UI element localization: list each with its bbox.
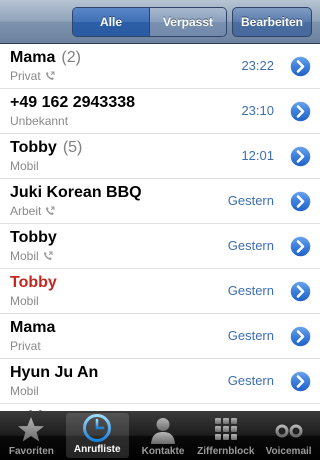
number-type-label: Privat: [10, 339, 41, 353]
call-row[interactable]: Mama (2) Privat 23:22: [0, 44, 320, 89]
call-time: Gestern: [227, 328, 274, 343]
call-time: 12:01: [241, 148, 274, 163]
caller-name: Mama: [10, 49, 56, 66]
tab-favorites[interactable]: Favoriten: [0, 411, 63, 460]
caller-name: Tobby: [10, 229, 57, 246]
segment-missed[interactable]: Verpasst: [150, 8, 226, 36]
outgoing-call-icon: [46, 206, 55, 215]
segment-all[interactable]: Alle: [73, 8, 150, 36]
contact-person-icon: [150, 418, 175, 444]
outgoing-call-icon: [43, 251, 53, 260]
call-name-line: Mama (2): [10, 49, 81, 67]
call-time: Gestern: [227, 238, 274, 253]
tab-label: Kontakte: [141, 446, 185, 457]
detail-disclosure-icon[interactable]: [289, 235, 312, 258]
number-type: Mobil: [10, 159, 39, 173]
number-type: Mobil: [10, 294, 39, 308]
edit-button[interactable]: Bearbeiten: [232, 7, 312, 37]
clock-icon: [83, 414, 112, 442]
number-type: Privat: [10, 339, 41, 353]
number-type-label: Mobil: [10, 159, 39, 173]
navigation-bar: Alle Verpasst Bearbeiten: [0, 0, 320, 44]
number-type-label: Mobil: [10, 384, 39, 398]
call-row[interactable]: Mama Privat Gestern: [0, 314, 320, 359]
tab-label: Favoriten: [8, 446, 54, 457]
detail-disclosure-icon[interactable]: [289, 370, 312, 393]
filter-segmented-control: Alle Verpasst: [72, 7, 227, 37]
number-type: Unbekannt: [10, 114, 68, 128]
keypad-icon: [214, 418, 237, 440]
caller-name: Juki Korean BBQ: [10, 184, 142, 201]
call-time: 23:22: [241, 58, 274, 73]
call-time: Gestern: [227, 193, 274, 208]
call-name-line: Mama: [10, 319, 55, 337]
number-type: Privat: [10, 69, 55, 83]
recents-list[interactable]: Mama (2) Privat 23:22 +49 162 2943338 Unbekan…: [0, 44, 320, 411]
tab-label: Ziffernblock: [197, 446, 255, 457]
call-row[interactable]: +49 162 2943338 Unbekannt 23:10: [0, 89, 320, 134]
call-count: (2): [61, 49, 81, 66]
tab-contacts[interactable]: Kontakte: [132, 411, 195, 460]
voicemail-icon: [275, 424, 303, 438]
call-time: Gestern: [227, 373, 274, 388]
caller-name: Tobby: [10, 274, 57, 291]
number-type: Arbeit: [10, 204, 55, 218]
detail-disclosure-icon[interactable]: [289, 280, 312, 303]
number-type-label: Mobil: [10, 294, 39, 308]
call-name-line: Hyun Ju An: [10, 364, 98, 382]
call-name-line: +49 162 2943338: [10, 94, 135, 112]
number-type: Mobil: [10, 384, 39, 398]
call-row[interactable]: Tobby: [0, 404, 320, 411]
tab-label: Voicemail: [265, 446, 312, 457]
call-time: 23:10: [241, 103, 274, 118]
call-row[interactable]: Tobby (5) Mobil 12:01: [0, 134, 320, 179]
tab-keypad[interactable]: Ziffernblock: [194, 411, 257, 460]
tab-label: Anrufliste: [73, 444, 121, 455]
call-time: Gestern: [227, 283, 274, 298]
call-name-line: Tobby: [10, 229, 57, 247]
caller-name: Hyun Ju An: [10, 364, 99, 381]
tab-bar: Favoriten Anrufliste Kontakte Ziffernblo…: [0, 411, 320, 460]
caller-name: Tobby: [10, 139, 57, 156]
detail-disclosure-icon[interactable]: [289, 190, 312, 213]
call-name-line: Tobby (5): [10, 139, 82, 157]
call-row[interactable]: Tobby Mobil Gestern: [0, 224, 320, 269]
detail-disclosure-icon[interactable]: [289, 325, 312, 348]
caller-name: Mama: [10, 319, 56, 336]
star-icon: [18, 417, 45, 442]
detail-disclosure-icon[interactable]: [289, 100, 312, 123]
outgoing-call-icon: [45, 71, 55, 80]
detail-disclosure-icon[interactable]: [289, 145, 312, 168]
call-row[interactable]: Juki Korean BBQ Arbeit Gestern: [0, 179, 320, 224]
call-name-line: Juki Korean BBQ: [10, 184, 142, 202]
call-name-line: Tobby: [10, 274, 57, 292]
number-type-label: Unbekannt: [10, 114, 69, 128]
call-row[interactable]: Hyun Ju An Mobil Gestern: [0, 359, 320, 404]
call-count: (5): [62, 139, 83, 156]
number-type-label: Arbeit: [10, 204, 42, 218]
number-type-label: Privat: [10, 69, 41, 83]
call-row[interactable]: Tobby Mobil Gestern: [0, 269, 320, 314]
tab-recents[interactable]: Anrufliste: [65, 413, 129, 458]
tab-voicemail[interactable]: Voicemail: [257, 411, 320, 460]
caller-name: +49 162 2943338: [10, 94, 136, 111]
detail-disclosure-icon[interactable]: [289, 55, 312, 78]
number-type: Mobil: [10, 249, 53, 263]
number-type-label: Mobil: [10, 249, 39, 263]
